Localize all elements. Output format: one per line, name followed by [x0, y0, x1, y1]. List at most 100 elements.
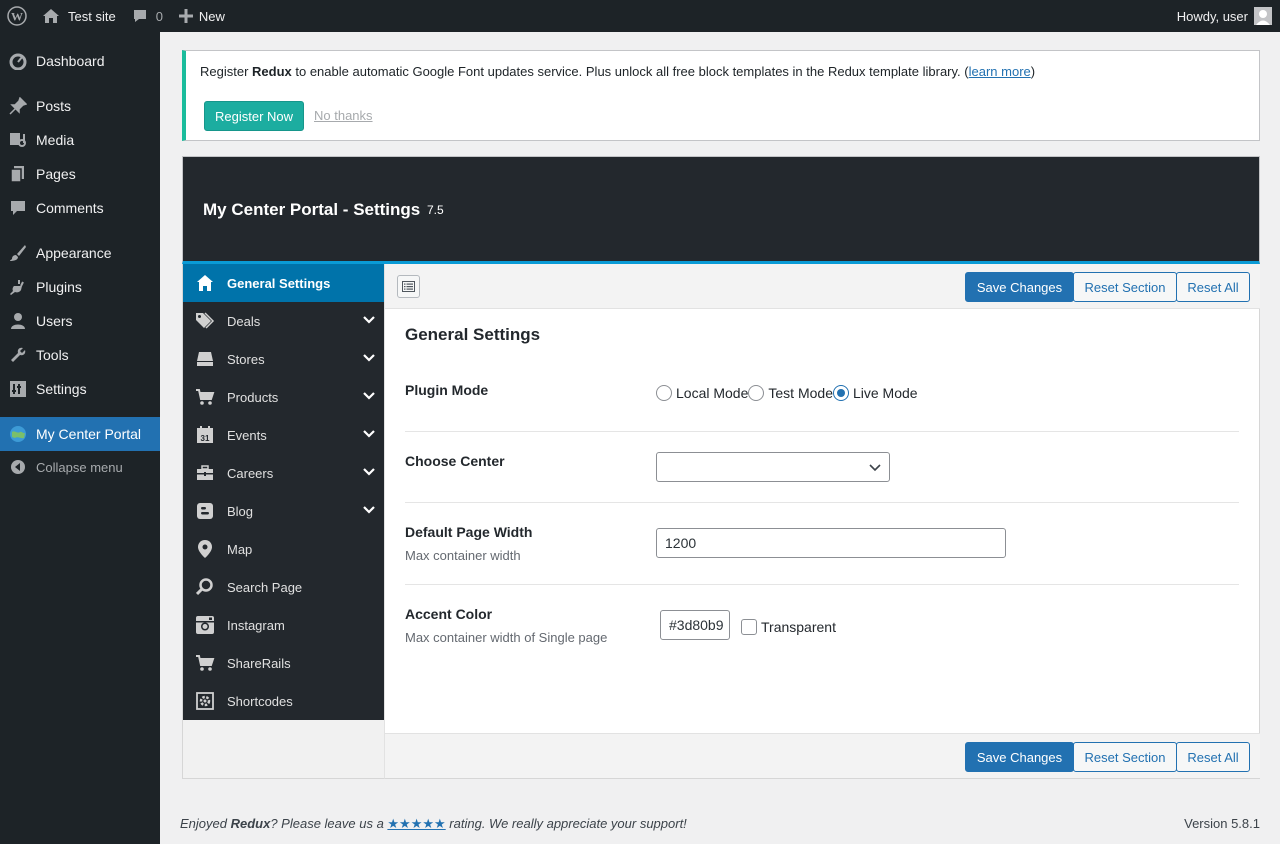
chevron-down-icon[interactable] — [363, 467, 375, 477]
nav-sharerails[interactable]: ShareRails — [183, 644, 385, 682]
menu-item-users[interactable]: Users — [0, 304, 160, 338]
notice-message: Register Redux to enable automatic Googl… — [200, 64, 1035, 79]
reset-section-button[interactable]: Reset Section — [1073, 742, 1177, 772]
redux-main-content: Save Changes Reset Section Reset All Gen… — [384, 264, 1260, 779]
menu-label: Plugins — [36, 279, 82, 295]
choose-center-select[interactable] — [656, 452, 890, 482]
redux-sidebar: General Settings Deals Stores Products 3… — [182, 264, 385, 779]
nav-events[interactable]: 31 Events — [183, 416, 385, 454]
nav-stores[interactable]: Stores — [183, 340, 385, 378]
menu-item-tools[interactable]: Tools — [0, 338, 160, 372]
learn-more-link[interactable]: learn more — [969, 64, 1031, 79]
expand-options-button[interactable] — [397, 275, 420, 298]
radio-label[interactable]: Local Mode — [676, 385, 748, 401]
transparent-option[interactable]: Transparent — [741, 619, 836, 635]
code-icon — [183, 692, 227, 710]
field-choose-center: Choose Center — [405, 432, 1239, 503]
transparent-label[interactable]: Transparent — [761, 619, 836, 635]
field-default-page-width: Default Page Width Max container width 1… — [405, 503, 1239, 585]
pages-icon — [0, 165, 36, 183]
reset-all-button[interactable]: Reset All — [1176, 742, 1250, 772]
collapse-icon — [0, 459, 36, 475]
nav-general-settings[interactable]: General Settings — [183, 264, 385, 302]
radio-label[interactable]: Live Mode — [853, 385, 918, 401]
field-plugin-mode: Plugin Mode Local Mode Test Mode Live Mo… — [405, 368, 1239, 432]
menu-item-comments[interactable]: Comments — [0, 191, 160, 225]
nav-products[interactable]: Products — [183, 378, 385, 416]
field-description: Max container width of Single page — [405, 630, 608, 645]
field-description: Max container width — [405, 548, 521, 563]
nav-instagram[interactable]: Instagram — [183, 606, 385, 644]
menu-label: Comments — [36, 200, 104, 216]
wrench-icon — [0, 346, 36, 364]
menu-label: Pages — [36, 166, 76, 182]
reset-section-button[interactable]: Reset Section — [1073, 272, 1177, 302]
new-content-link[interactable]: New — [171, 0, 233, 32]
save-changes-button[interactable]: Save Changes — [965, 272, 1074, 302]
menu-item-media[interactable]: Media — [0, 123, 160, 157]
menu-item-appearance[interactable]: Appearance — [0, 236, 160, 270]
comments-link[interactable]: 0 — [124, 0, 171, 32]
radio-live-mode[interactable] — [832, 385, 849, 401]
menu-label: Tools — [36, 347, 69, 363]
map-marker-icon — [183, 540, 227, 558]
radio-local-mode[interactable] — [656, 385, 672, 401]
menu-item-plugins[interactable]: Plugins — [0, 270, 160, 304]
radio-label[interactable]: Test Mode — [768, 385, 833, 401]
menu-item-posts[interactable]: Posts — [0, 89, 160, 123]
nav-blog[interactable]: Blog — [183, 492, 385, 530]
nav-search-page[interactable]: Search Page — [183, 568, 385, 606]
sliders-icon — [0, 380, 36, 398]
notice-text-pre: Register — [200, 64, 253, 79]
save-changes-button[interactable]: Save Changes — [965, 742, 1074, 772]
comments-count: 0 — [155, 8, 163, 24]
menu-label: Collapse menu — [36, 459, 123, 475]
action-bar-bottom: Save Changes Reset Section Reset All — [385, 733, 1260, 778]
section-title: General Settings — [405, 325, 541, 344]
account-menu[interactable]: Howdy, user — [1177, 0, 1272, 32]
action-bar-top: Save Changes Reset Section Reset All — [385, 264, 1260, 309]
globe-icon — [0, 425, 36, 443]
media-icon — [0, 131, 36, 149]
page-width-input[interactable]: 1200 — [656, 528, 1006, 558]
menu-item-settings[interactable]: Settings — [0, 372, 160, 406]
plus-icon — [178, 9, 193, 23]
field-label: Plugin Mode — [405, 382, 489, 398]
no-thanks-link[interactable]: No thanks — [314, 108, 373, 123]
footer-text: rating. We really appreciate your suppor… — [445, 816, 687, 831]
menu-item-my-center-portal[interactable]: My Center Portal — [0, 417, 160, 451]
howdy-text: Howdy, user — [1176, 8, 1248, 24]
accent-color-input[interactable]: #3d80b9 — [660, 610, 730, 640]
nav-map[interactable]: Map — [183, 530, 385, 568]
menu-label: My Center Portal — [36, 426, 142, 442]
chevron-down-icon[interactable] — [363, 429, 375, 439]
user-icon — [0, 312, 36, 330]
comment-icon — [0, 199, 36, 217]
menu-item-pages[interactable]: Pages — [0, 157, 160, 191]
chevron-down-icon[interactable] — [363, 315, 375, 325]
menu-item-dashboard[interactable]: Dashboard — [0, 44, 160, 78]
site-name-link[interactable]: Test site — [34, 0, 124, 32]
nav-careers[interactable]: Careers — [183, 454, 385, 492]
register-now-button[interactable]: Register Now — [204, 101, 304, 131]
wordpress-logo-icon[interactable]: W — [0, 0, 34, 32]
chevron-down-icon[interactable] — [363, 505, 375, 515]
nav-deals[interactable]: Deals — [183, 302, 385, 340]
nav-label: General Settings — [227, 275, 331, 291]
nav-label: Instagram — [227, 617, 285, 633]
collapse-menu-button[interactable]: Collapse menu — [0, 450, 160, 484]
radio-test-mode[interactable] — [748, 385, 765, 401]
nav-label: Careers — [227, 465, 274, 481]
pin-icon — [0, 97, 36, 115]
nav-shortcodes[interactable]: Shortcodes — [183, 682, 385, 720]
chevron-down-icon[interactable] — [363, 391, 375, 401]
chevron-down-icon[interactable] — [363, 353, 375, 363]
reset-all-button[interactable]: Reset All — [1176, 272, 1250, 302]
rating-stars-link[interactable]: ★★★★★ — [387, 816, 445, 831]
menu-label: Appearance — [36, 245, 112, 261]
dashboard-icon — [0, 52, 36, 70]
footer-version: Version 5.8.1 — [1184, 816, 1260, 831]
home-icon — [42, 8, 60, 24]
footer-brand: Redux — [230, 816, 271, 831]
transparent-checkbox[interactable] — [741, 619, 757, 635]
